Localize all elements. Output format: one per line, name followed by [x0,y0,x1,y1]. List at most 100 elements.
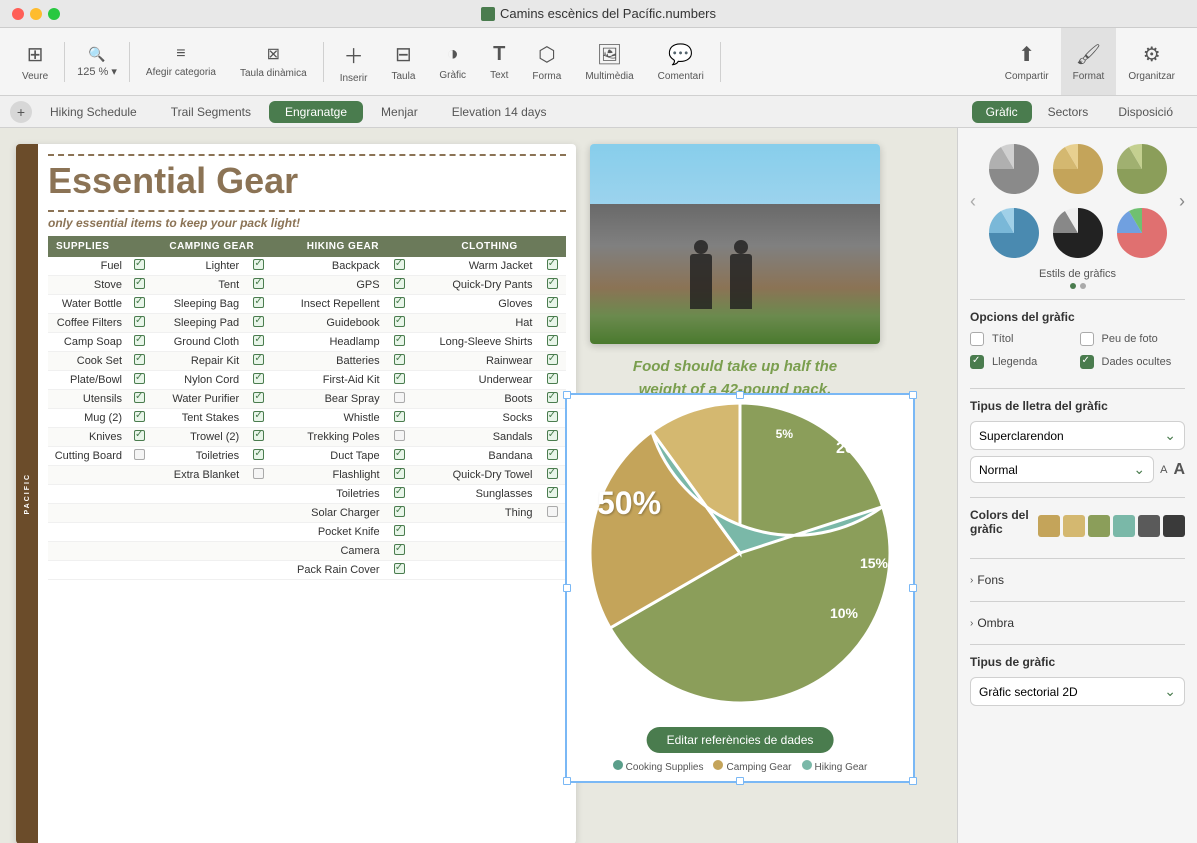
text-icon: T [493,43,505,66]
comentari-icon: 💬 [668,42,693,67]
toolbar-multimedia[interactable]: 🖼 Multimèdia [573,28,645,95]
ombra-section[interactable]: › Ombra [970,612,1185,634]
fons-arrow: › [970,575,973,586]
chart-style-3[interactable] [1113,140,1171,198]
chart-type-arrow: ⌄ [1164,683,1176,700]
toolbar-taula-din[interactable]: ⊠ Taula dinàmica [228,28,319,95]
chart-style-5[interactable] [1049,204,1107,262]
toolbar-text[interactable]: T Text [478,28,520,95]
checkbox-dades[interactable] [1080,355,1094,369]
tab-hiking[interactable]: Hiking Schedule [34,101,153,123]
forma-icon: ⬡ [538,42,555,67]
tab-engranatge[interactable]: Engranatge [269,101,363,123]
add-sheet-button[interactable]: + [10,101,32,123]
toolbar-format[interactable]: 🖌 Format [1061,28,1117,95]
option-titol: Títol [970,332,1076,346]
table-row: Extra BlanketFlashlightQuick-Dry Towel [48,466,566,485]
divider-2 [129,42,130,82]
handle-rm [909,584,917,592]
chart-type-select[interactable]: Gràfic sectorial 2D ⌄ [970,677,1185,706]
font-style-row: Normal ⌄ A A [970,456,1185,483]
toolbar-compartir[interactable]: ⬆ Compartir [993,28,1061,95]
toolbar-afegir[interactable]: ≡ Afegir categoria [134,28,228,95]
chart-options-section: Opcions del gràfic Títol Peu de foto Lle… [970,310,1185,374]
divider-2 [970,388,1185,389]
tab-menjar[interactable]: Menjar [365,101,434,123]
col-clothing: CLOTHING [413,236,566,257]
main-area: PACIFIC Essential Gear only essential it… [0,128,1197,843]
col-hiking: HIKING GEAR [273,236,413,257]
table-row: Pocket Knife [48,523,566,542]
table-row: UtensilsWater PurifierBear SprayBoots [48,390,566,409]
titlebar: Camins escènics del Pacífic.numbers [0,0,1197,28]
dashed-top [48,154,566,156]
chart-style-6[interactable] [1113,204,1171,262]
toolbar-inserir[interactable]: ＋ Inserir [328,28,380,95]
styles-dots [970,283,1185,289]
tab-grafic-panel[interactable]: Gràfic [972,101,1032,123]
font-section: Tipus de lletra del gràfic Superclarendo… [970,399,1185,483]
close-button[interactable] [12,8,24,20]
font-family-select[interactable]: Superclarendon ⌄ [970,421,1185,450]
tab-sectors-panel[interactable]: Sectors [1034,101,1103,123]
toolbar-forma[interactable]: ⬡ Forma [520,28,573,95]
app-icon [481,7,495,21]
swatch-5[interactable] [1138,515,1160,537]
afegir-icon: ≡ [176,45,185,63]
fons-section[interactable]: › Fons [970,569,1185,591]
styles-prev-arrow[interactable]: ‹ [970,191,976,212]
pie-label-10: 10% [830,605,858,621]
chart-container[interactable]: 50% 20% 15% 10% 5% Editar referències de… [565,393,915,783]
canvas: PACIFIC Essential Gear only essential it… [0,128,957,843]
tab-disposicio-panel[interactable]: Disposició [1104,101,1187,123]
styles-next-arrow[interactable]: › [1179,191,1185,212]
font-family-arrow: ⌄ [1164,427,1176,444]
swatch-1[interactable] [1038,515,1060,537]
zoom-icon: 🔍 [88,46,105,63]
taula-icon: ⊟ [395,42,412,67]
font-style-select[interactable]: Normal ⌄ [970,456,1154,483]
toolbar-comentari[interactable]: 💬 Comentari [646,28,716,95]
checkbox-peu-foto[interactable] [1080,332,1094,346]
veure-icon: ⊞ [27,42,44,67]
sheet: PACIFIC Essential Gear only essential it… [16,144,576,843]
toolbar-veure[interactable]: ⊞ Veure [10,28,60,95]
minimize-button[interactable] [30,8,42,20]
colors-header: Colors del gràfic [970,508,1185,544]
edit-data-button[interactable]: Editar referències de dades [647,727,834,753]
checkbox-titol[interactable] [970,332,984,346]
handle-tm [736,391,744,399]
toolbar-taula[interactable]: ⊟ Taula [379,28,427,95]
pie-label-50: 50% [597,485,661,522]
chart-styles-grid [985,140,1171,262]
toolbar-zoom[interactable]: 🔍 125 % ▾ [69,28,125,95]
dashed-mid [48,210,566,212]
chart-style-4[interactable] [985,204,1043,262]
chart-style-1[interactable] [985,140,1043,198]
toolbar-organitzar[interactable]: ⚙ Organitzar [1116,28,1187,95]
divider-1 [970,299,1185,300]
divider-5 [970,601,1185,602]
toolbar-grafic[interactable]: ◑ Gràfic [427,28,478,95]
table-row: Cook SetRepair KitBatteriesRainwear [48,352,566,371]
handle-br [909,777,917,785]
handle-tl [563,391,571,399]
gear-table: SUPPLIES CAMPING GEAR HIKING GEAR CLOTHI… [48,236,566,580]
swatch-4[interactable] [1113,515,1135,537]
legend-hiking: Hiking Gear [802,760,868,773]
swatch-3[interactable] [1088,515,1110,537]
grafic-icon: ◑ [447,43,459,66]
sheet-sidebar: PACIFIC [16,144,38,843]
tab-trail[interactable]: Trail Segments [155,101,267,123]
maximize-button[interactable] [48,8,60,20]
right-panel: ‹ [957,128,1197,843]
checkbox-llegenda[interactable] [970,355,984,369]
swatch-6[interactable] [1163,515,1185,537]
chart-type-section: Tipus de gràfic Gràfic sectorial 2D ⌄ [970,655,1185,706]
table-row: FuelLighterBackpackWarm Jacket [48,257,566,276]
chart-style-2[interactable] [1049,140,1107,198]
font-a-large: A [1173,461,1185,479]
hiker-2 [730,254,752,309]
swatch-2[interactable] [1063,515,1085,537]
tab-elevation[interactable]: Elevation 14 days [436,101,563,123]
